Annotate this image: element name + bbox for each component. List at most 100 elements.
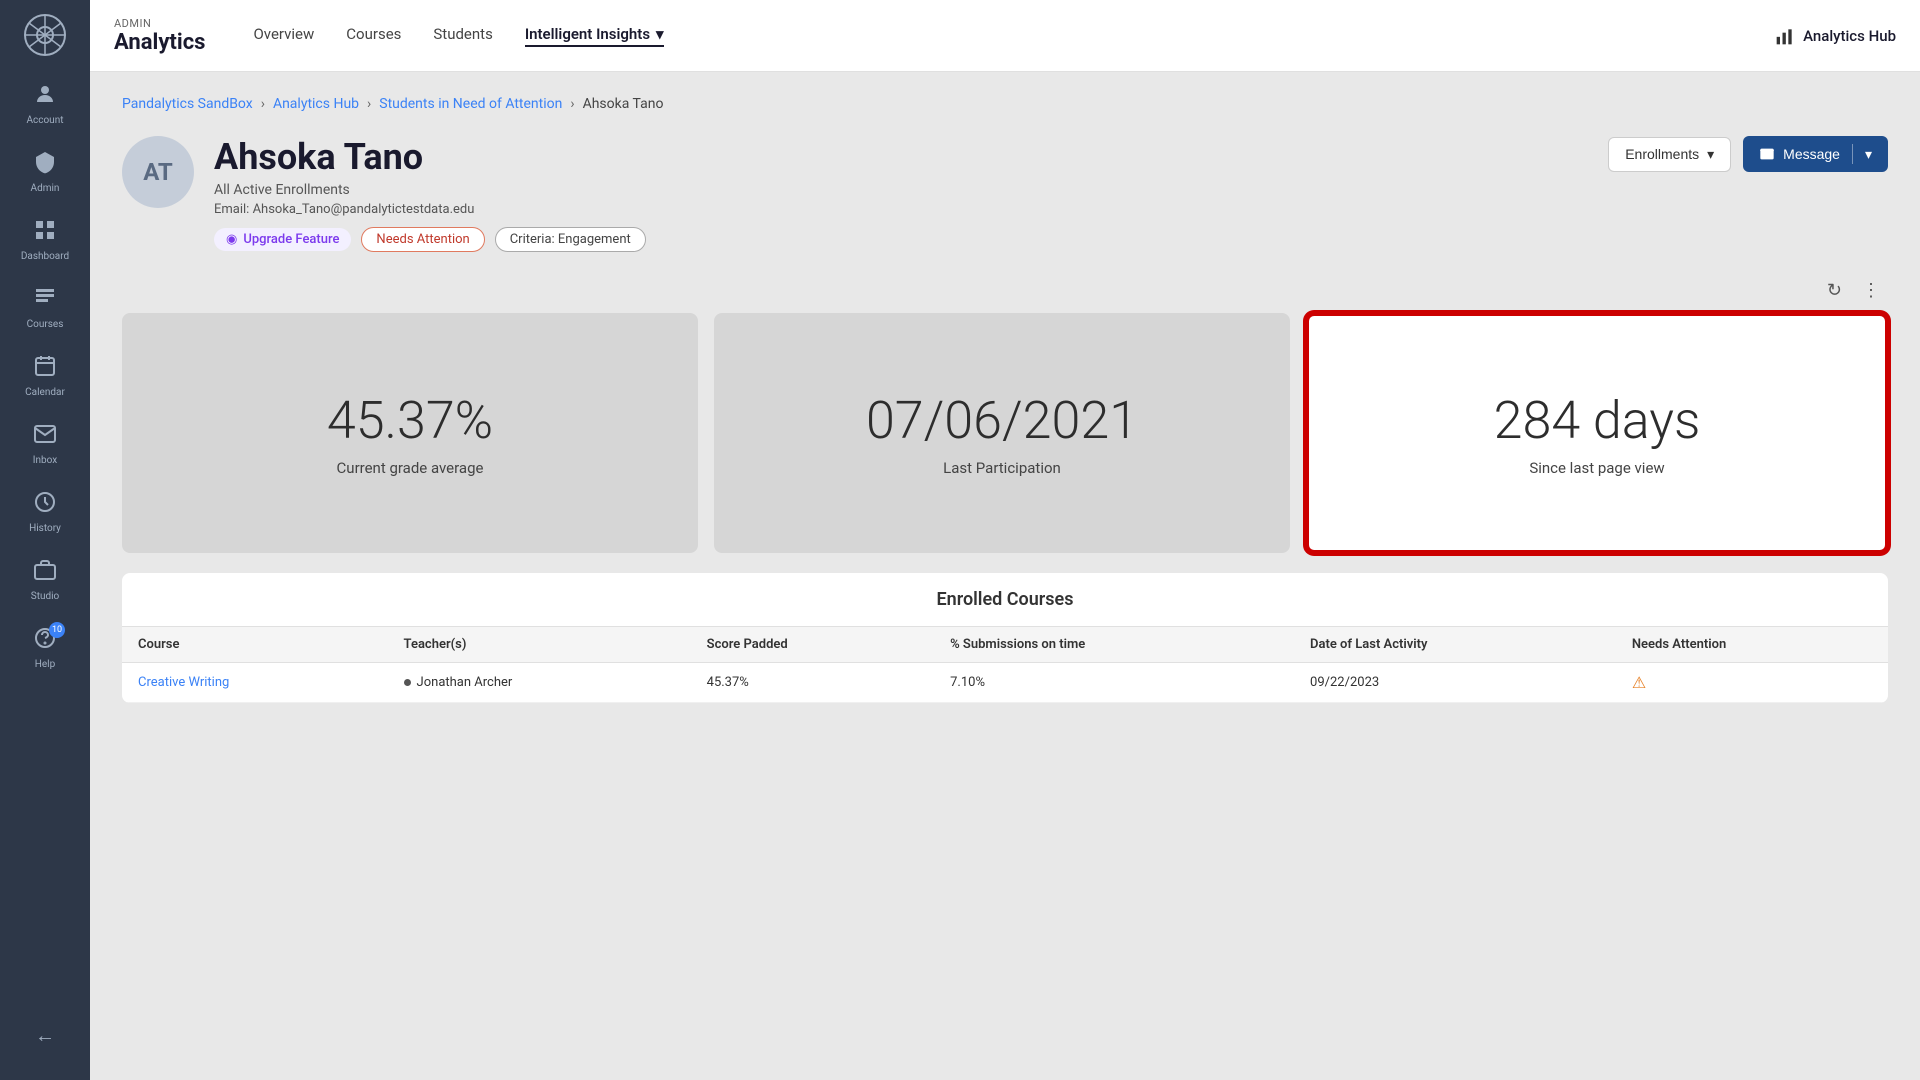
breadcrumb: Pandalytics SandBox › Analytics Hub › St…: [122, 96, 1888, 112]
submissions-cell: 7.10%: [934, 663, 1294, 703]
student-header: AT Ahsoka Tano All Active Enrollments Em…: [122, 136, 1888, 252]
col-score-padded: Score Padded: [691, 627, 934, 663]
stat-card-grade-average: 45.37% Current grade average: [122, 313, 698, 553]
breadcrumb-analytics-hub[interactable]: Analytics Hub: [273, 96, 359, 112]
message-label: Message: [1783, 146, 1840, 162]
student-subtitle: All Active Enrollments: [214, 182, 1608, 198]
courses-table: Course Teacher(s) Score Padded % Submiss…: [122, 627, 1888, 703]
enrollments-button[interactable]: Enrollments ▾: [1608, 137, 1731, 172]
topnav-right: Analytics Hub: [1775, 26, 1896, 46]
message-button[interactable]: Message ▾: [1743, 136, 1888, 172]
score-padded-cell: 45.37%: [691, 663, 934, 703]
student-info: Ahsoka Tano All Active Enrollments Email…: [214, 136, 1608, 252]
sidebar-item-courses[interactable]: Courses: [0, 274, 90, 342]
table-body: Creative Writing Jonathan Archer 45.37% …: [122, 663, 1888, 703]
analytics-hub-label: Analytics Hub: [1803, 27, 1896, 45]
nav-students[interactable]: Students: [433, 25, 492, 47]
bar-chart-icon: [1775, 26, 1795, 46]
help-icon: 10: [33, 626, 57, 655]
sidebar-item-label-admin: Admin: [31, 183, 60, 194]
admin-icon: [33, 150, 57, 179]
nav-links: Overview Courses Students Intelligent In…: [253, 25, 1775, 47]
sidebar-item-label-help: Help: [35, 659, 55, 670]
account-icon: [33, 82, 57, 111]
table-header-row: Course Teacher(s) Score Padded % Submiss…: [122, 627, 1888, 663]
breadcrumb-pandalytics[interactable]: Pandalytics SandBox: [122, 96, 253, 112]
sidebar-item-label-courses: Courses: [27, 319, 64, 330]
student-email: Email: Ahsoka_Tano@pandalytictestdata.ed…: [214, 202, 1608, 217]
breadcrumb-sep-1: ›: [261, 96, 265, 112]
criteria-tag: Criteria: Engagement: [495, 227, 646, 252]
analytics-hub-button[interactable]: Analytics Hub: [1775, 26, 1896, 46]
upgrade-dot-icon: ◉: [226, 232, 237, 247]
message-divider: [1852, 144, 1853, 164]
sidebar-item-label-studio: Studio: [31, 591, 60, 602]
sidebar: Account Admin Dashboard Courses Calendar…: [0, 0, 90, 1080]
nav-intelligent-insights[interactable]: Intelligent Insights ▾: [525, 25, 664, 47]
student-name: Ahsoka Tano: [214, 136, 1608, 178]
stat-card-last-participation: 07/06/2021 Last Participation: [714, 313, 1290, 553]
sidebar-item-inbox[interactable]: Inbox: [0, 410, 90, 478]
breadcrumb-sep-2: ›: [367, 96, 371, 112]
course-link[interactable]: Creative Writing: [138, 675, 229, 690]
grade-average-label: Current grade average: [337, 459, 484, 477]
message-icon: [1759, 146, 1775, 162]
analytics-label: Analytics: [114, 30, 205, 55]
teacher-dot-icon: [404, 679, 411, 686]
since-last-view-label: Since last page view: [1529, 459, 1664, 477]
sidebar-item-account[interactable]: Account: [0, 70, 90, 138]
teacher-cell: Jonathan Archer: [388, 663, 691, 703]
sidebar-item-label-calendar: Calendar: [25, 387, 65, 398]
intelligent-insights-label: Intelligent Insights: [525, 25, 650, 43]
enrollments-label: Enrollments: [1625, 146, 1699, 162]
col-submissions: % Submissions on time: [934, 627, 1294, 663]
upgrade-feature-tag[interactable]: ◉ Upgrade Feature: [214, 228, 351, 251]
nav-courses[interactable]: Courses: [346, 25, 401, 47]
sidebar-logo: [20, 10, 70, 60]
sidebar-item-studio[interactable]: Studio: [0, 546, 90, 614]
top-navigation: ADMIN Analytics Overview Courses Student…: [90, 0, 1920, 72]
email-value: Ahsoka_Tano@pandalytictestdata.edu: [253, 202, 475, 217]
grade-average-value: 45.37%: [327, 390, 493, 451]
course-cell: Creative Writing: [122, 663, 388, 703]
sidebar-back-button[interactable]: ←: [0, 1011, 90, 1060]
table-header: Course Teacher(s) Score Padded % Submiss…: [122, 627, 1888, 663]
main-content: Pandalytics SandBox › Analytics Hub › St…: [90, 72, 1920, 1080]
sidebar-item-history[interactable]: History: [0, 478, 90, 546]
refresh-button[interactable]: ↻: [1823, 276, 1846, 305]
help-badge: 10: [49, 622, 65, 638]
enrolled-courses-table: Enrolled Courses Course Teacher(s) Score…: [122, 573, 1888, 703]
student-actions: Enrollments ▾ Message ▾: [1608, 136, 1888, 172]
stat-card-since-last-view: 284 days Since last page view: [1306, 313, 1888, 553]
dashboard-icon: [33, 218, 57, 247]
brand: ADMIN Analytics: [114, 17, 205, 55]
main-area: ADMIN Analytics Overview Courses Student…: [90, 0, 1920, 1080]
sidebar-item-admin[interactable]: Admin: [0, 138, 90, 206]
more-options-button[interactable]: ⋮: [1858, 276, 1884, 305]
enrolled-courses-title: Enrolled Courses: [122, 573, 1888, 627]
sidebar-item-label-history: History: [29, 523, 61, 534]
enrollments-dropdown-icon: ▾: [1707, 146, 1714, 163]
col-teacher: Teacher(s): [388, 627, 691, 663]
breadcrumb-students-need-attention[interactable]: Students in Need of Attention: [379, 96, 562, 112]
card-toolbar: ↻ ⋮: [122, 276, 1888, 305]
last-participation-label: Last Participation: [943, 459, 1061, 477]
courses-icon: [33, 286, 57, 315]
since-last-view-value: 284 days: [1494, 390, 1701, 451]
admin-label: ADMIN: [114, 17, 205, 30]
history-icon: [33, 490, 57, 519]
sidebar-item-label-account: Account: [26, 115, 63, 126]
sidebar-item-dashboard[interactable]: Dashboard: [0, 206, 90, 274]
breadcrumb-current: Ahsoka Tano: [583, 96, 664, 112]
needs-attention-cell: ⚠: [1616, 663, 1888, 703]
nav-overview[interactable]: Overview: [253, 25, 314, 47]
last-participation-value: 07/06/2021: [866, 390, 1138, 451]
upgrade-label: Upgrade Feature: [243, 232, 339, 247]
stats-cards-row: 45.37% Current grade average 07/06/2021 …: [122, 313, 1888, 553]
studio-icon: [33, 558, 57, 587]
student-tags: ◉ Upgrade Feature Needs Attention Criter…: [214, 227, 1608, 252]
email-label: Email:: [214, 202, 249, 217]
sidebar-item-help[interactable]: 10 Help: [0, 614, 90, 682]
sidebar-item-calendar[interactable]: Calendar: [0, 342, 90, 410]
teacher-name: Jonathan Archer: [417, 675, 513, 690]
